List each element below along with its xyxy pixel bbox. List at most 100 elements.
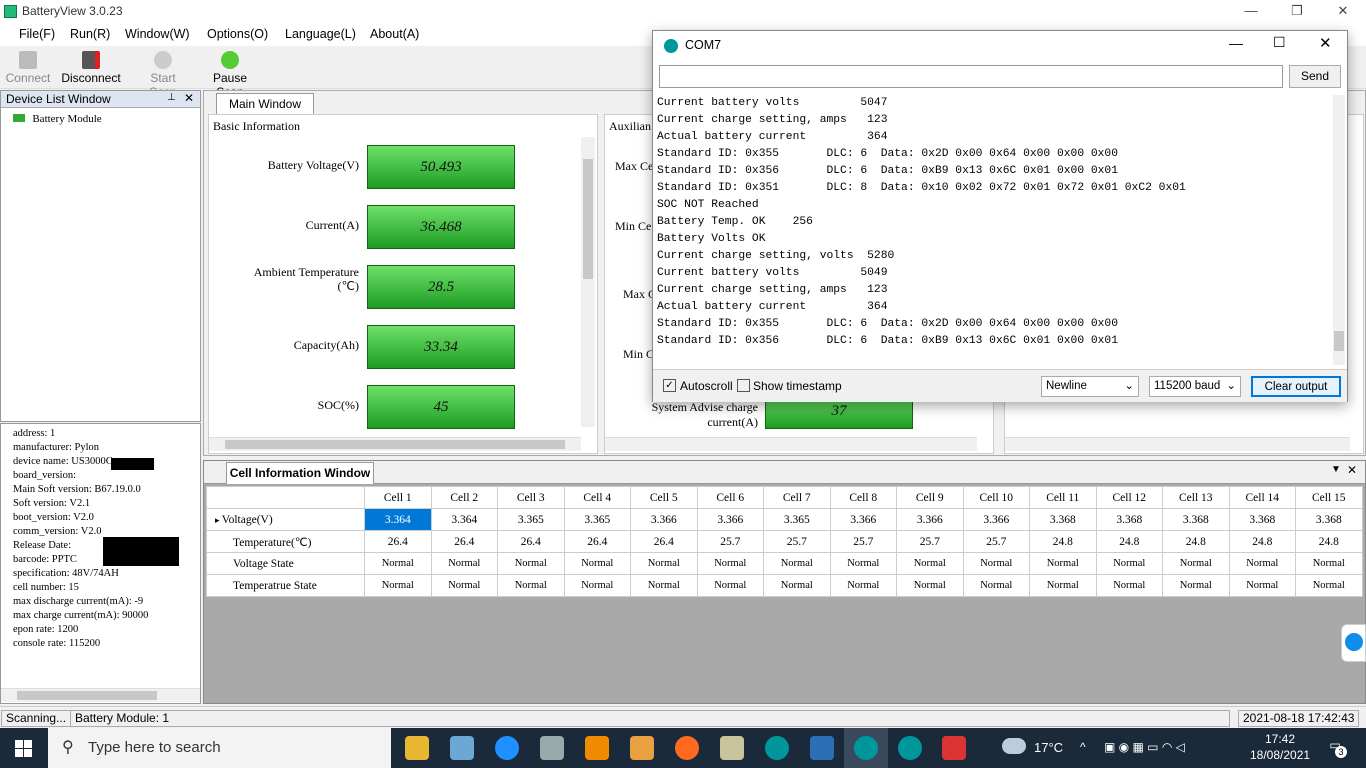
horizontal-scrollbar[interactable] [1,688,200,702]
table-cell[interactable]: 25.7 [829,530,897,553]
maximize-button[interactable]: ❐ [1274,0,1320,24]
table-cell[interactable]: 25.7 [962,530,1030,553]
column-header[interactable]: Cell 4 [563,486,631,509]
notifications-icon[interactable]: ▭ 3 [1325,738,1347,758]
table-row[interactable]: ▸ Voltage(V) 3.364 3.364 3.365 3.365 3.366 3.3… [206,508,1363,531]
vlc-icon[interactable] [585,736,609,760]
table-cell[interactable]: Normal [1095,552,1163,575]
horizontal-scrollbar[interactable] [1005,437,1350,451]
tab-cell-information[interactable]: Cell Information Window [226,462,374,484]
close-button[interactable]: ✕ [1320,0,1366,24]
table-cell[interactable]: 24.8 [1295,530,1363,553]
minimize-button[interactable]: — [1228,0,1274,24]
table-row[interactable]: Temperature(℃) 26.4 26.4 26.4 26.4 26.4 25.7 25… [206,530,1363,553]
arduino-icon[interactable] [898,736,922,760]
column-header[interactable]: Cell 7 [763,486,831,509]
table-cell[interactable]: Normal [763,552,831,575]
table-cell[interactable]: 26.4 [430,530,498,553]
column-header[interactable]: Cell 14 [1228,486,1296,509]
minimize-button[interactable]: — [1229,35,1243,51]
table-cell[interactable]: 3.365 [563,508,631,531]
file-explorer-icon[interactable] [405,736,429,760]
table-cell[interactable]: Normal [497,574,565,597]
table-cell[interactable]: Normal [1095,574,1163,597]
horizontal-scrollbar[interactable] [209,437,581,451]
menu-run[interactable]: Run(R) [70,27,110,41]
table-cell[interactable]: Normal [1162,552,1230,575]
table-cell[interactable]: Normal [1295,552,1363,575]
menu-options[interactable]: Options(O) [207,27,268,41]
table-cell[interactable]: 3.366 [962,508,1030,531]
dropdown-icon[interactable]: ▼ [1331,464,1341,475]
close-button[interactable]: ✕ [1319,34,1332,52]
disconnect-button[interactable]: Disconnect [60,51,122,85]
close-icon[interactable]: ✕ [1347,463,1357,477]
table-cell[interactable]: 26.4 [497,530,565,553]
table-cell[interactable]: Normal [829,574,897,597]
table-cell[interactable]: Normal [364,552,432,575]
menu-language[interactable]: Language(L) [285,27,356,41]
table-cell[interactable]: Normal [1162,574,1230,597]
table-cell[interactable]: 26.4 [630,530,698,553]
table-cell[interactable]: 3.365 [763,508,831,531]
tree-item-battery-module[interactable]: Battery Module [13,111,102,125]
column-header[interactable]: Cell 5 [630,486,698,509]
serial-input[interactable] [659,65,1283,88]
table-cell[interactable]: Normal [497,552,565,575]
table-cell[interactable]: Normal [763,574,831,597]
column-header[interactable]: Cell 11 [1029,486,1097,509]
table-cell[interactable]: 3.364 [364,508,432,531]
column-header[interactable]: Cell 2 [430,486,498,509]
table-cell[interactable]: Normal [829,552,897,575]
table-cell[interactable]: Normal [1228,552,1296,575]
table-cell[interactable]: Normal [696,574,764,597]
table-cell[interactable]: Normal [630,574,698,597]
table-cell[interactable]: 3.368 [1228,508,1296,531]
table-cell[interactable]: 3.365 [497,508,565,531]
column-header[interactable]: Cell 10 [962,486,1030,509]
table-row[interactable]: Voltage State Normal Normal Normal Normal Nor… [206,552,1363,575]
chevron-up-icon[interactable]: ^ [1080,740,1086,754]
menu-about[interactable]: About(A) [370,27,419,41]
table-cell[interactable]: Normal [563,574,631,597]
scrollbar-thumb[interactable] [583,159,593,279]
arduino-icon[interactable] [854,736,878,760]
table-cell[interactable]: 3.368 [1162,508,1230,531]
timestamp-checkbox[interactable] [737,379,750,392]
table-cell[interactable]: 25.7 [896,530,964,553]
table-cell[interactable]: 3.366 [696,508,764,531]
vertical-scrollbar[interactable] [581,137,595,427]
column-header[interactable]: Cell 15 [1295,486,1363,509]
table-cell[interactable]: 25.7 [696,530,764,553]
column-header[interactable]: Cell 12 [1095,486,1163,509]
baud-select[interactable]: 115200 baud ⌄ [1149,376,1241,397]
column-header[interactable]: Cell 6 [696,486,764,509]
table-cell[interactable]: Normal [563,552,631,575]
pin-icon[interactable]: ⊥ [167,92,176,103]
table-cell[interactable]: 3.364 [430,508,498,531]
scrollbar-thumb[interactable] [17,691,157,700]
column-header[interactable]: Cell 1 [364,486,432,509]
table-cell[interactable]: Normal [962,574,1030,597]
scrollbar-thumb[interactable] [1334,331,1344,351]
table-cell[interactable]: Normal [364,574,432,597]
menu-window[interactable]: Window(W) [125,27,190,41]
table-cell[interactable]: 24.8 [1228,530,1296,553]
table-cell[interactable]: 26.4 [364,530,432,553]
tray-icons[interactable]: ▣ ◉ ▦ ▭ ◠ ◁ [1104,740,1185,754]
autoscroll-checkbox[interactable]: ✓ [663,379,676,392]
table-cell[interactable]: Normal [696,552,764,575]
app-icon[interactable] [450,736,474,760]
clock-time[interactable]: 17:42 [1250,732,1310,746]
table-cell[interactable]: Normal [1228,574,1296,597]
scrollbar-thumb[interactable] [225,440,565,449]
vertical-scrollbar[interactable] [1333,95,1345,365]
table-cell[interactable]: 25.7 [763,530,831,553]
table-cell[interactable]: Normal [896,552,964,575]
teamviewer-icon[interactable] [1341,624,1366,662]
weather-icon[interactable] [1002,738,1026,754]
windows-start-icon[interactable] [15,740,32,757]
taskbar-search[interactable]: ⚲ Type here to search [48,728,391,768]
table-row[interactable]: Temperatrue State Normal Normal Normal Norma… [206,574,1363,597]
table-cell[interactable]: 3.366 [829,508,897,531]
